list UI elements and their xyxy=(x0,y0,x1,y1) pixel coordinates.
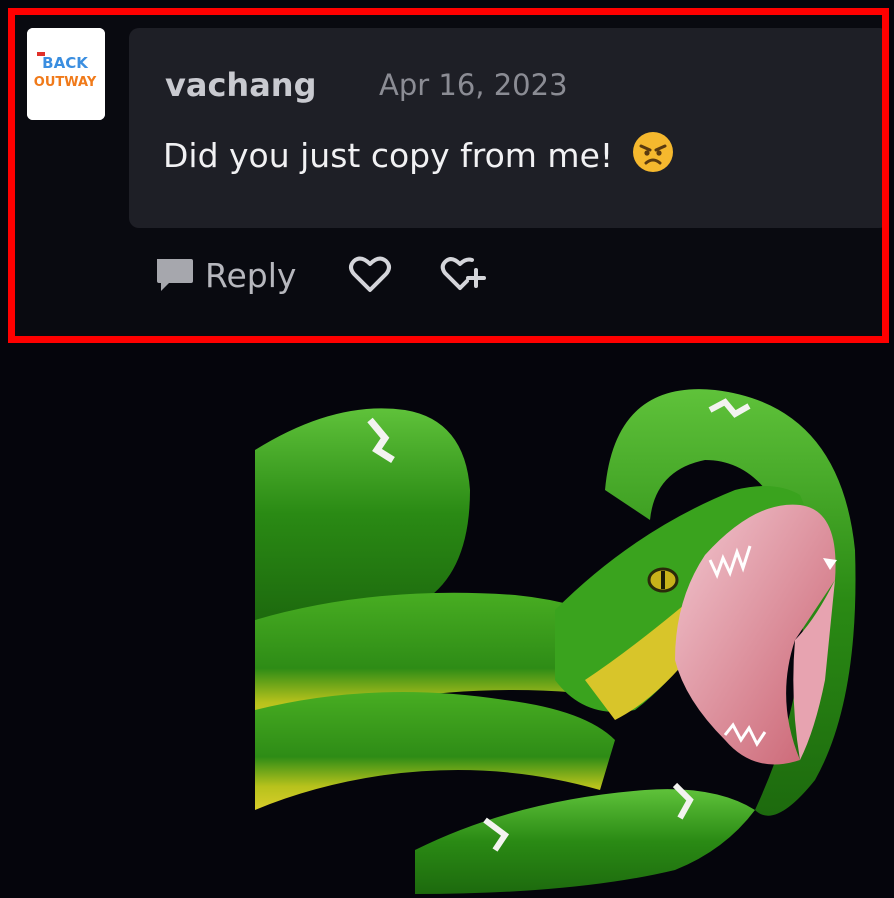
reply-icon xyxy=(157,259,193,291)
reply-label: Reply xyxy=(205,255,297,295)
avatar-logo: BACK OUTWAY xyxy=(27,28,105,120)
svg-text:BACK: BACK xyxy=(42,54,89,72)
svg-text:OUTWAY: OUTWAY xyxy=(34,75,97,90)
reply-button[interactable]: Reply xyxy=(153,255,296,295)
comment-bubble: vachang Apr 16, 2023 Did you just copy f… xyxy=(129,28,882,228)
comment-actions: Reply xyxy=(153,245,488,305)
highlighted-comment-frame: BACK OUTWAY vachang Apr 16, 2023 Did you… xyxy=(8,8,889,343)
add-reaction-button[interactable] xyxy=(440,254,488,296)
add-reaction-icon xyxy=(441,257,487,290)
like-button[interactable] xyxy=(348,255,392,295)
comment-author[interactable]: vachang xyxy=(165,66,316,104)
comment-text-row: Did you just copy from me! xyxy=(163,131,674,181)
avatar[interactable]: BACK OUTWAY xyxy=(27,28,105,120)
comment-date[interactable]: Apr 16, 2023 xyxy=(379,68,568,102)
comment-text: Did you just copy from me! xyxy=(163,136,614,175)
snake-photo xyxy=(255,380,865,894)
heart-icon xyxy=(349,256,392,292)
angry-face-icon xyxy=(632,131,674,181)
